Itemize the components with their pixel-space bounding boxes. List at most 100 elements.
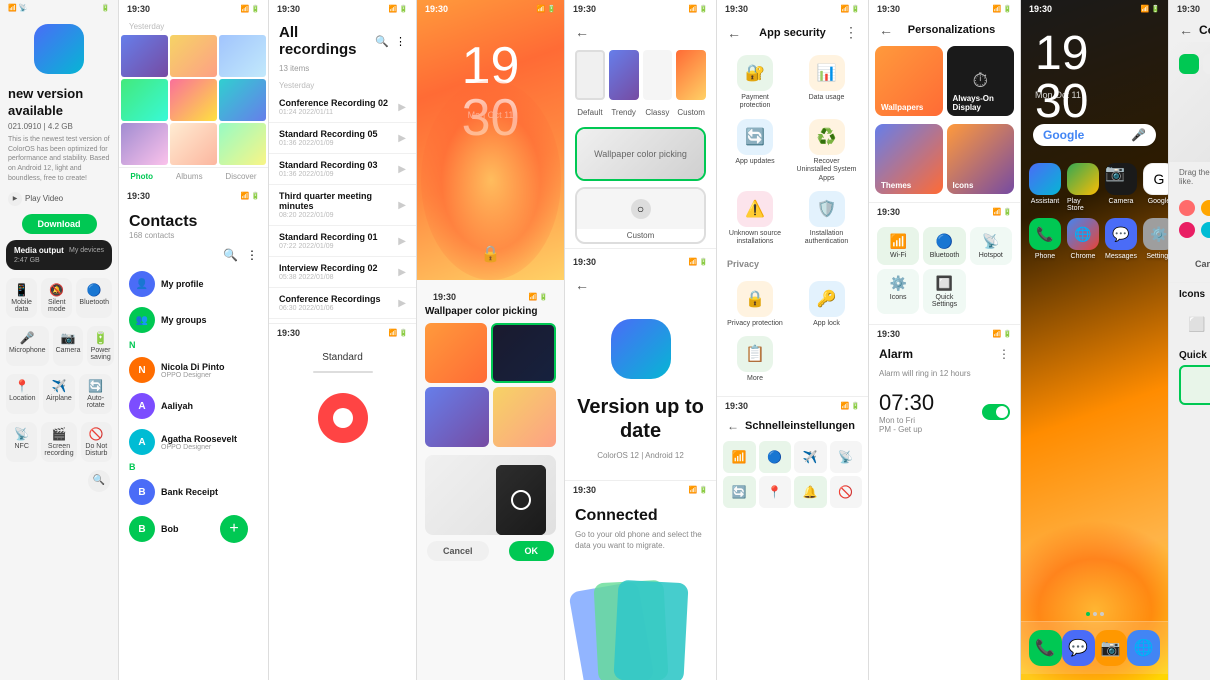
back-arrow-p5b[interactable]: ← (565, 271, 716, 299)
more-icon-contacts[interactable]: ⋮ (246, 248, 258, 262)
recording-item-1[interactable]: Conference Recording 02 01:24 2022/01/11… (269, 92, 416, 123)
dock-camera[interactable]: 📷 (1095, 630, 1128, 666)
back-arrow-schnell[interactable]: ← (727, 419, 739, 433)
contact-aaliyah[interactable]: A Aaliyah (119, 388, 268, 424)
icon-style-1[interactable]: ⬜ (1179, 306, 1210, 342)
play-icon-2[interactable]: ▶ (398, 133, 406, 144)
contact-bank[interactable]: B Bank Receipt (119, 474, 268, 510)
qt-loc[interactable]: 📍 (759, 476, 792, 508)
tile-airplane[interactable]: ✈️ Airplane (43, 374, 76, 414)
qt-sound[interactable]: 🔔 (794, 476, 827, 508)
color-dot-cyan[interactable] (1201, 222, 1210, 238)
pers-thumb-aod[interactable]: ⏱ Always-On Display (947, 46, 1015, 116)
recording-item-2[interactable]: Standard Recording 05 01:36 2022/01/09 ▶ (269, 123, 416, 154)
recording-item-4[interactable]: Third quarter meeting minutes 08:20 2022… (269, 185, 416, 226)
back-arrow-p6[interactable]: ← (727, 25, 741, 41)
ok-button-picker[interactable]: OK (509, 541, 555, 561)
pers-thumb-icons[interactable]: Icons (947, 124, 1015, 194)
qs-style-1[interactable] (1179, 365, 1210, 405)
sec-app-updates[interactable]: 🔄 App updates (725, 119, 785, 183)
qt-hotspot[interactable]: 📡 (830, 441, 863, 473)
color-dot-pink[interactable] (1179, 222, 1195, 238)
app-google[interactable]: G Google (1143, 163, 1168, 212)
more-icon-alarm[interactable]: ⋮ (998, 347, 1010, 361)
wp-thumb-orange[interactable] (425, 323, 487, 383)
download-button[interactable]: Download (22, 214, 97, 234)
qs-wifi[interactable]: 📶 Wi-Fi (877, 227, 919, 265)
play-icon-3[interactable]: ▶ (398, 164, 406, 175)
contact-my-groups[interactable]: 👥 My groups (119, 302, 268, 338)
qt-wifi[interactable]: 📶 (723, 441, 756, 473)
sec-data-usage[interactable]: 📊 Data usage (797, 55, 857, 111)
tile-location[interactable]: 📍 Location (6, 374, 39, 414)
cancel-colors-button[interactable]: Cancel (1179, 254, 1210, 274)
qt-bluetooth[interactable]: 🔵 (759, 441, 792, 473)
contact-agatha[interactable]: A Agatha Roosevelt OPPO Designer (119, 424, 268, 460)
tile-nfc[interactable]: 📡 NFC (6, 422, 37, 462)
wp-thumb-blue[interactable] (425, 387, 489, 447)
app-camera[interactable]: 📷 Camera (1105, 163, 1137, 212)
photo-item-3[interactable] (219, 35, 266, 77)
color-dot-orange[interactable] (1201, 200, 1210, 216)
tile-bluetooth[interactable]: 🔵 Bluetooth (76, 278, 112, 318)
back-arrow-p7[interactable]: ← (879, 22, 893, 38)
contact-bob[interactable]: B Bob + (119, 510, 268, 548)
tile-autorotate[interactable]: 🔄 Auto-rotate (79, 374, 112, 414)
style-classy[interactable] (643, 50, 673, 100)
tile-dnd[interactable]: 🚫 Do Not Disturb (81, 422, 112, 462)
recording-item-3[interactable]: Standard Recording 03 01:36 2022/01/09 ▶ (269, 154, 416, 185)
more-icon-recordings[interactable]: ⋮ (395, 35, 406, 48)
style-trendy[interactable] (609, 50, 639, 100)
qs-icons-tile[interactable]: ⚙️ Icons (877, 269, 919, 314)
qt-dnd[interactable]: 🚫 (830, 476, 863, 508)
qs-hotspot[interactable]: 📡 Hotspot (970, 227, 1012, 265)
tile-silent[interactable]: 🔕 Silent mode (41, 278, 72, 318)
pers-thumb-wallpapers[interactable]: Wallpapers (875, 46, 943, 116)
search-icon-recordings[interactable]: 🔍 (375, 35, 389, 48)
tab-albums[interactable]: Albums (176, 172, 203, 181)
cancel-button-picker[interactable]: Cancel (427, 541, 489, 561)
wp-thumb-yellow[interactable] (493, 387, 557, 447)
alarm-toggle[interactable] (982, 404, 1010, 420)
app-chrome[interactable]: 🌐 Chrome (1067, 218, 1099, 260)
app-phone[interactable]: 📞 Phone (1029, 218, 1061, 260)
contact-nicola[interactable]: N Nicola Di Pinto OPPO Designer (119, 352, 268, 388)
dock-phone[interactable]: 📞 (1029, 630, 1062, 666)
sec-recover[interactable]: ♻️ Recover Uninstalled System Apps (797, 119, 857, 183)
record-button[interactable] (318, 393, 368, 443)
photo-item-7[interactable] (121, 123, 168, 165)
wp-thumb-dark[interactable] (491, 323, 557, 383)
dock-chrome[interactable]: 🌐 (1127, 630, 1160, 666)
alarm-item-1[interactable]: 07:30 Mon to Fri PM - Get up (869, 382, 1020, 442)
tile-power[interactable]: 🔋 Power saving (87, 326, 113, 366)
tile-camera[interactable]: 📷 Camera (53, 326, 84, 366)
qt-airplane[interactable]: ✈️ (794, 441, 827, 473)
sec-payment[interactable]: 🔐 Payment protection (725, 55, 785, 111)
photo-item-4[interactable] (121, 79, 168, 121)
app-playstore[interactable]: Play Store (1067, 163, 1099, 212)
search-icon-contacts[interactable]: 🔍 (223, 248, 238, 262)
tab-discover[interactable]: Discover (225, 172, 256, 181)
pers-thumb-themes[interactable]: Themes (875, 124, 943, 194)
qs-bt[interactable]: 🔵 Bluetooth (923, 227, 965, 265)
app-assistant[interactable]: Assistant (1029, 163, 1061, 212)
photo-item-6[interactable] (219, 79, 266, 121)
priv-more[interactable]: 📋 More (725, 336, 785, 383)
play-video-row[interactable]: ▶ Play Video (0, 190, 118, 208)
play-icon-5[interactable]: ▶ (398, 236, 406, 247)
dock-messages[interactable]: 💬 (1062, 630, 1095, 666)
tile-mobile-data[interactable]: 📱 Mobile data (6, 278, 37, 318)
photo-item-5[interactable] (170, 79, 217, 121)
google-search-bar[interactable]: Google 🎤 (1033, 124, 1156, 146)
tile-screen-rec[interactable]: 🎬 Screen recording (41, 422, 76, 462)
more-icon-p6[interactable]: ⋮ (844, 24, 858, 41)
back-arrow-p5[interactable]: ← (565, 18, 716, 46)
tile-mic[interactable]: 🎤 Microphone (6, 326, 49, 366)
my-devices-btn[interactable]: My devices (69, 247, 104, 254)
play-icon-6[interactable]: ▶ (398, 267, 406, 278)
mic-icon[interactable]: 🎤 (1131, 128, 1146, 142)
tab-photo[interactable]: Photo (130, 172, 153, 181)
photo-item-8[interactable] (170, 123, 217, 165)
qt-rotate[interactable]: 🔄 (723, 476, 756, 508)
recording-item-6[interactable]: Interview Recording 02 05:38 2022/01/08 … (269, 257, 416, 288)
